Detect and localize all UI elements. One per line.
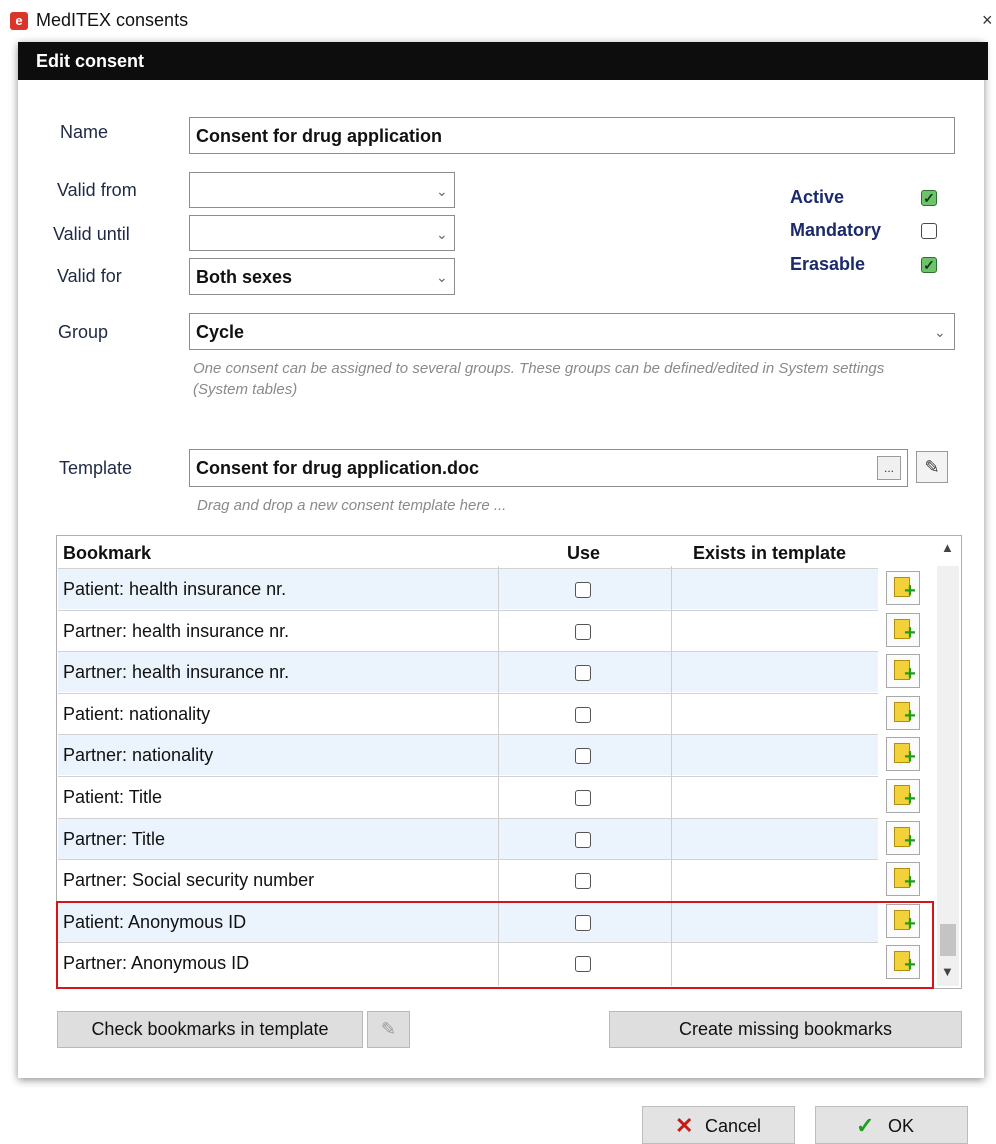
plus-icon: + — [904, 788, 916, 810]
valid-until-dropdown[interactable]: ⌄ — [189, 215, 455, 251]
table-row[interactable]: Partner: health insurance nr. — [58, 610, 878, 651]
plus-icon: + — [904, 830, 916, 852]
bookmark-name: Partner: Social security number — [63, 870, 315, 890]
group-label: Group — [58, 322, 109, 342]
add-bookmark-icon[interactable]: + — [886, 737, 920, 771]
chevron-down-icon[interactable]: ⌄ — [934, 324, 946, 341]
browse-button[interactable]: ... — [877, 456, 901, 480]
name-value: Consent for drug application — [196, 126, 442, 146]
valid-from-dropdown[interactable]: ⌄ — [189, 172, 455, 208]
create-missing-bookmarks-button[interactable]: Create missing bookmarks — [609, 1011, 962, 1048]
dialog-title: Edit consent — [36, 51, 145, 71]
use-checkbox[interactable] — [575, 832, 591, 848]
add-bookmark-icon[interactable]: + — [886, 696, 920, 730]
chevron-down-icon[interactable]: ⌄ — [436, 269, 448, 286]
plus-icon: + — [904, 746, 916, 768]
use-checkbox[interactable] — [575, 665, 591, 681]
column-header-bookmark: Bookmark — [63, 543, 152, 563]
bookmark-name: Partner: health insurance nr. — [63, 662, 290, 682]
table-scrollbar[interactable] — [937, 566, 959, 986]
mandatory-label: Mandatory — [790, 220, 882, 240]
template-hint: Drag and drop a new consent template her… — [197, 497, 507, 514]
column-header-use: Use — [567, 543, 601, 563]
plus-icon: + — [904, 871, 916, 893]
template-field[interactable]: Consent for drug application.doc ... — [189, 449, 908, 487]
use-checkbox[interactable] — [575, 790, 591, 806]
chevron-down-icon[interactable]: ⌄ — [436, 226, 448, 243]
cancel-button[interactable]: ✕ Cancel — [642, 1106, 795, 1144]
edit-template-icon[interactable]: ✎ — [367, 1011, 410, 1048]
scroll-up-icon[interactable]: ▲ — [941, 540, 954, 555]
meditex-app-icon: e — [10, 12, 28, 30]
use-checkbox[interactable] — [575, 624, 591, 640]
column-header-exists: Exists in template — [693, 543, 847, 563]
valid-for-label: Valid for — [57, 266, 122, 286]
bookmark-name: Patient: Title — [63, 787, 163, 807]
plus-icon: + — [904, 663, 916, 685]
active-label: Active — [790, 187, 845, 207]
mandatory-checkbox[interactable] — [921, 223, 937, 239]
valid-from-label: Valid from — [57, 180, 137, 200]
erasable-checkbox[interactable]: ✓ — [921, 257, 937, 273]
ok-button[interactable]: ✓ OK — [815, 1106, 968, 1144]
chevron-down-icon[interactable]: ⌄ — [436, 183, 448, 200]
edit-template-icon[interactable]: ✎ — [916, 451, 948, 483]
use-checkbox[interactable] — [575, 873, 591, 889]
add-bookmark-icon[interactable]: + — [886, 654, 920, 688]
table-row[interactable]: Partner: health insurance nr. — [58, 651, 878, 692]
use-checkbox[interactable] — [575, 582, 591, 598]
bookmark-name: Partner: nationality — [63, 745, 214, 765]
valid-until-label: Valid until — [53, 224, 130, 244]
window-title: MedITEX consents — [36, 10, 189, 30]
table-row[interactable]: Partner: Title — [58, 818, 878, 859]
cancel-x-icon: ✕ — [675, 1113, 694, 1138]
bookmark-name: Partner: Title — [63, 829, 166, 849]
table-row[interactable]: Partner: Social security number — [58, 859, 878, 900]
bookmark-name: Patient: health insurance nr. — [63, 579, 287, 599]
name-field[interactable]: Consent for drug application — [189, 117, 955, 154]
highlight-box — [56, 901, 934, 989]
template-value: Consent for drug application.doc — [196, 458, 479, 478]
template-label: Template — [59, 458, 133, 478]
valid-for-value: Both sexes — [196, 267, 293, 287]
add-bookmark-icon[interactable]: + — [886, 779, 920, 813]
add-bookmark-icon[interactable]: + — [886, 613, 920, 647]
active-checkbox[interactable]: ✓ — [921, 190, 937, 206]
add-bookmark-icon[interactable]: + — [886, 571, 920, 605]
add-bookmark-icon[interactable]: + — [886, 821, 920, 855]
ok-label: OK — [888, 1116, 915, 1136]
plus-icon: + — [904, 580, 916, 602]
valid-for-dropdown[interactable]: Both sexes ⌄ — [189, 258, 455, 295]
check-bookmarks-button[interactable]: Check bookmarks in template — [57, 1011, 363, 1048]
bookmark-name: Patient: nationality — [63, 704, 211, 724]
table-row[interactable]: Patient: Title — [58, 776, 878, 817]
group-hint: One consent can be assigned to several g… — [193, 360, 885, 398]
cancel-label: Cancel — [705, 1116, 762, 1136]
table-row[interactable]: Partner: nationality — [58, 734, 878, 775]
table-row[interactable]: Patient: nationality — [58, 693, 878, 734]
close-icon[interactable]: × — [982, 10, 993, 31]
add-bookmark-icon[interactable]: + — [886, 862, 920, 896]
scroll-down-icon[interactable]: ▼ — [941, 964, 954, 979]
bookmark-name: Partner: health insurance nr. — [63, 621, 290, 641]
table-row[interactable]: Patient: health insurance nr. — [58, 568, 878, 609]
use-checkbox[interactable] — [575, 707, 591, 723]
scrollbar-thumb[interactable] — [940, 924, 956, 956]
erasable-label: Erasable — [790, 254, 866, 274]
group-value: Cycle — [196, 322, 245, 342]
name-label: Name — [60, 122, 109, 142]
plus-icon: + — [904, 705, 916, 727]
dialog-header — [18, 42, 988, 80]
group-dropdown[interactable]: Cycle ⌄ — [189, 313, 955, 350]
plus-icon: + — [904, 622, 916, 644]
ok-check-icon: ✓ — [856, 1113, 875, 1138]
use-checkbox[interactable] — [575, 748, 591, 764]
